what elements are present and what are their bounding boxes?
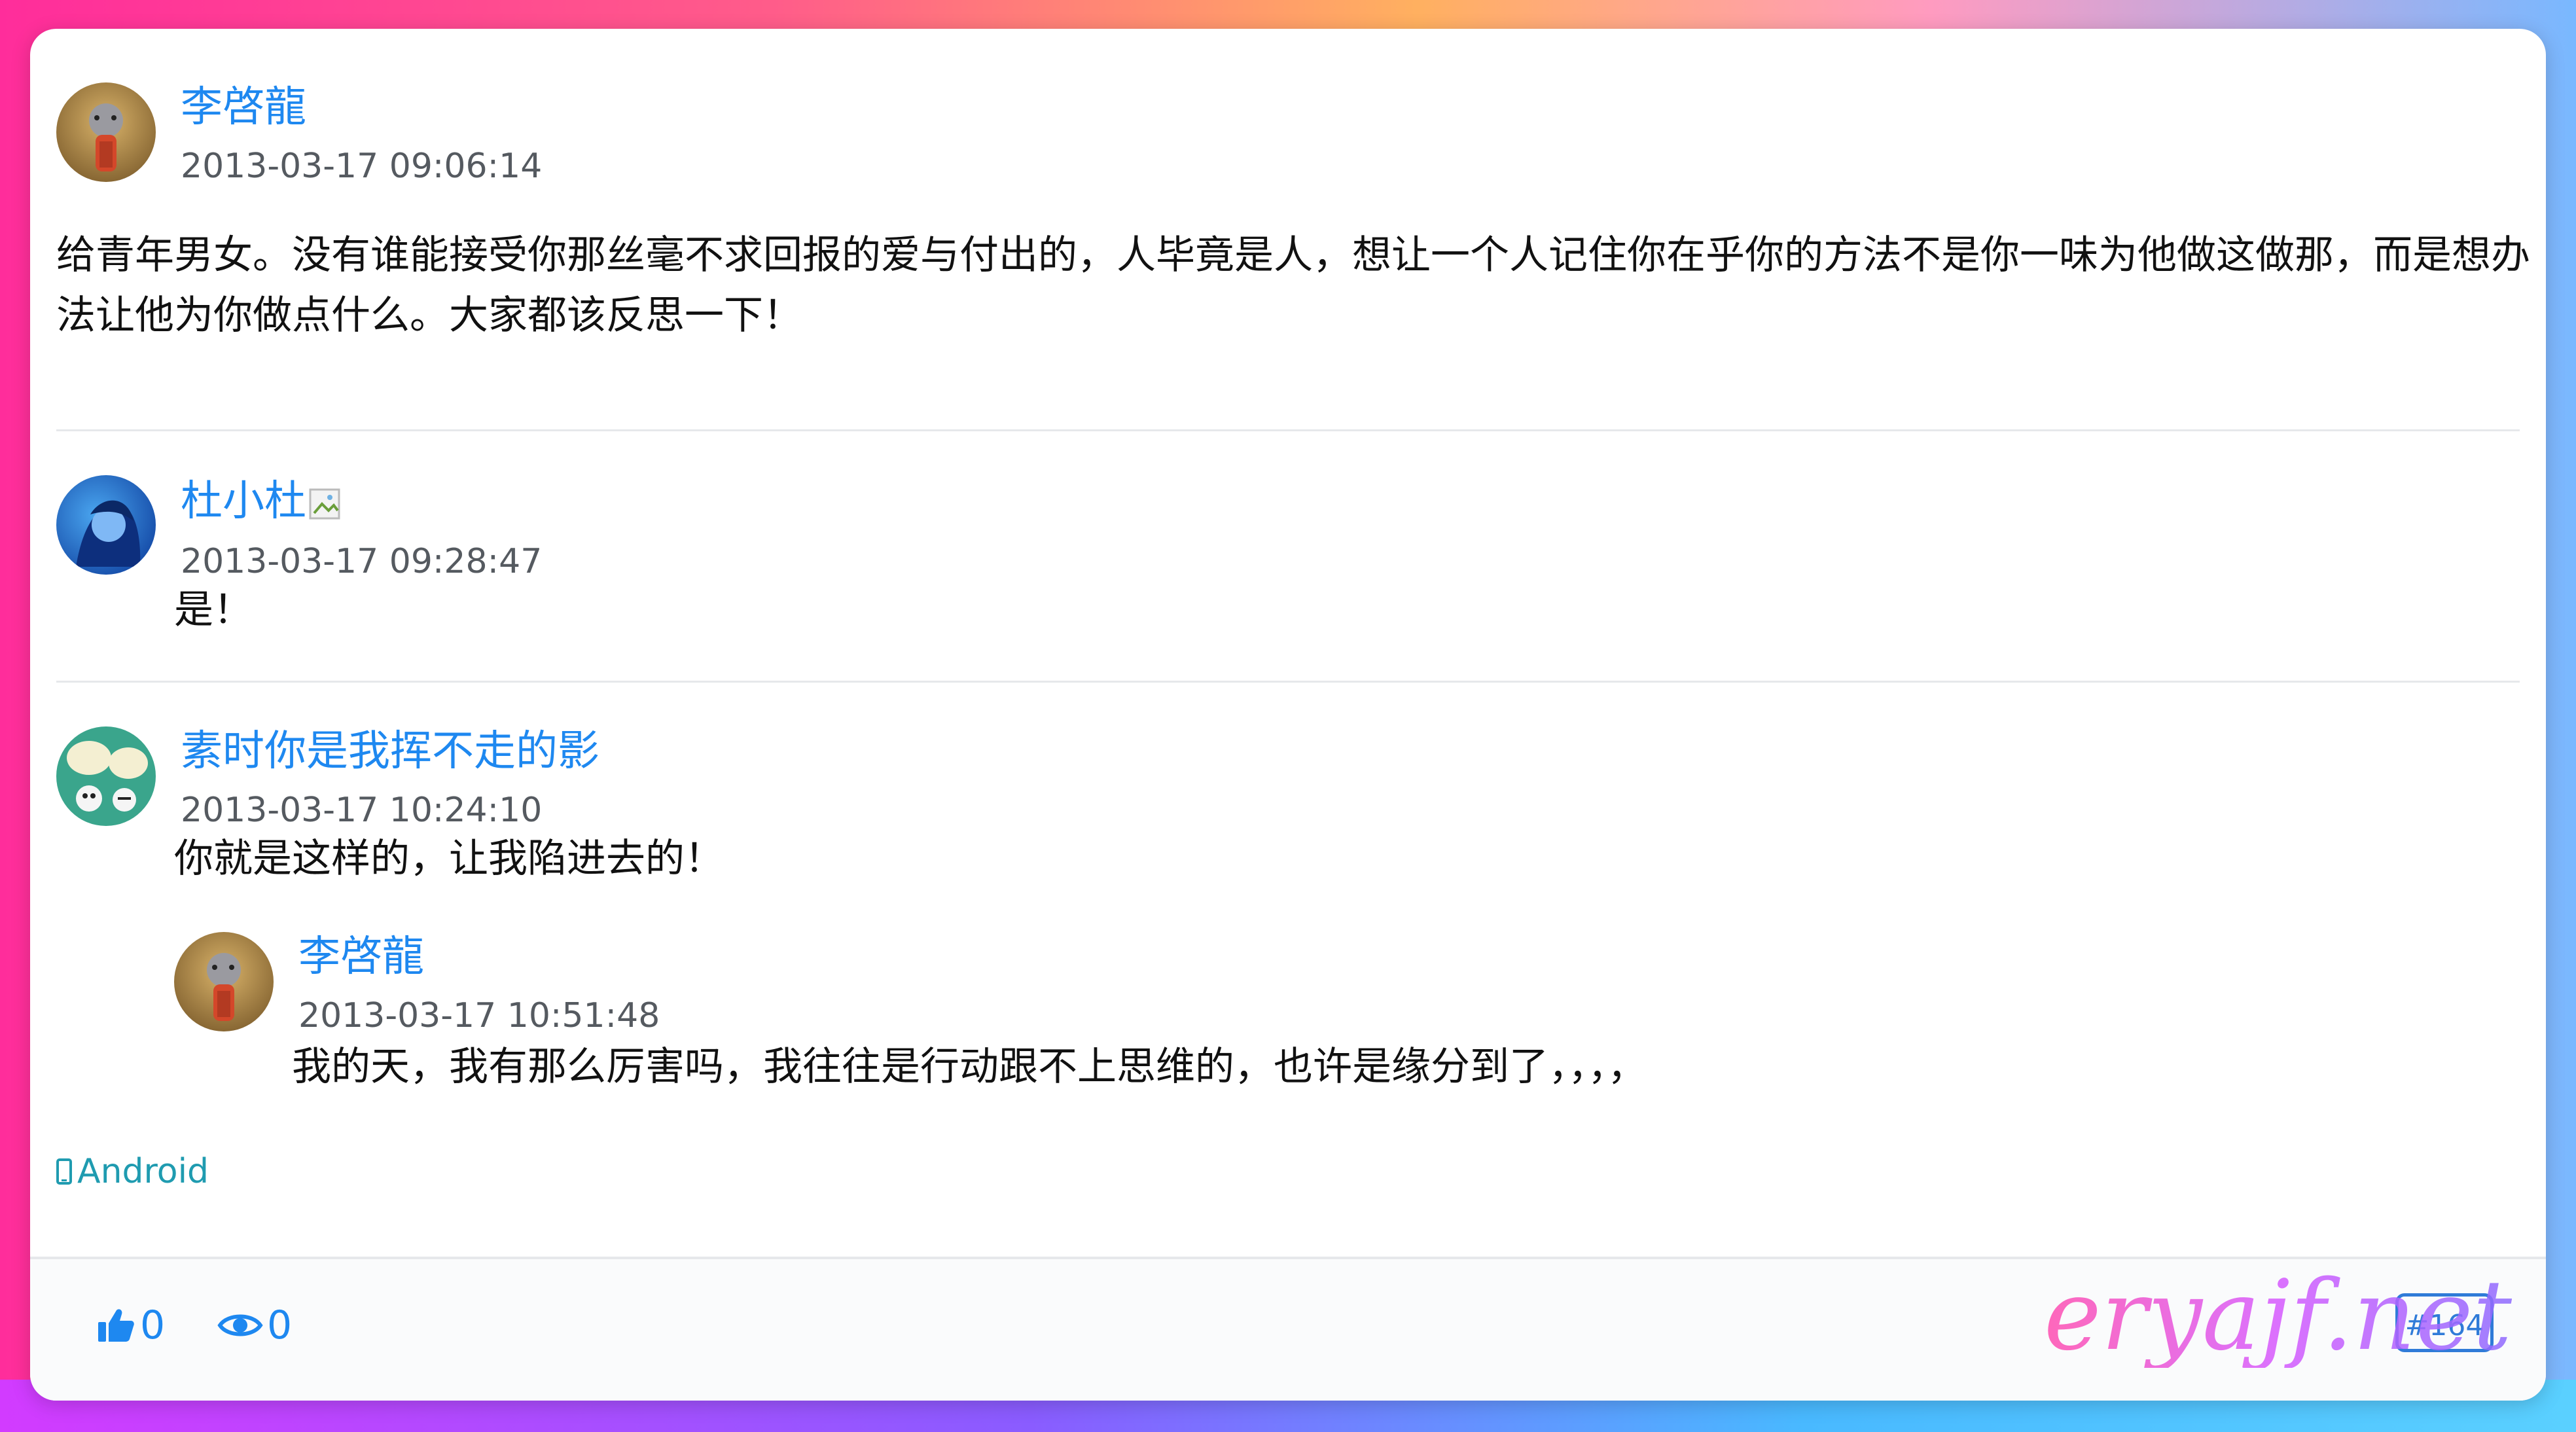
reply-avatar[interactable] — [174, 932, 274, 1031]
author-name[interactable]: 杜小杜 — [181, 475, 348, 528]
divider — [56, 429, 2520, 431]
watermark-text: eryajf.net — [2044, 1259, 2512, 1372]
cartoon-avatar-icon — [56, 726, 156, 826]
device-label: Android — [77, 1152, 209, 1191]
eye-icon — [217, 1314, 263, 1336]
dog-avatar-icon — [56, 82, 156, 182]
user-avatar[interactable] — [56, 475, 156, 575]
user-avatar[interactable] — [56, 82, 156, 182]
post-time: 2013-03-17 09:28:47 — [181, 542, 543, 581]
author-name-text[interactable]: 杜小杜 — [181, 477, 306, 526]
user-avatar[interactable] — [56, 726, 156, 826]
device-source: Android — [56, 1151, 209, 1192]
thumbs-up-icon — [98, 1309, 134, 1342]
post-text: 是！ — [174, 587, 253, 633]
anime-avatar-icon — [56, 475, 156, 575]
post-time: 2013-03-17 10:24:10 — [181, 791, 543, 830]
author-name[interactable]: 李啓龍 — [181, 81, 306, 134]
reply-time: 2013-03-17 10:51:48 — [298, 996, 660, 1035]
like-count: 0 — [140, 1302, 166, 1348]
post-text: 你就是这样的，让我陷进去的！ — [174, 836, 724, 882]
reply-text: 我的天，我有那么厉害吗，我往往是行动跟不上思维的，也许是缘分到了，，，， — [292, 1044, 1647, 1090]
post-text: 给青年男女。没有谁能接受你那丝毫不求回报的爱与付出的，人毕竟是人，想让一个人记住… — [56, 232, 2530, 338]
like-button[interactable]: 0 — [96, 1296, 165, 1355]
author-name[interactable]: 素时你是我挥不走的影 — [181, 725, 599, 778]
view-count-button[interactable]: 0 — [217, 1296, 292, 1355]
phone-icon — [56, 1158, 72, 1185]
comment-card: 李啓龍 2013-03-17 09:06:14 给青年男女。没有谁能接受你那丝毫… — [30, 29, 2546, 1401]
post-time: 2013-03-17 09:06:14 — [181, 147, 543, 186]
view-count: 0 — [267, 1302, 293, 1348]
divider — [56, 681, 2520, 683]
broken-image-icon — [309, 484, 348, 523]
dog-avatar-icon — [174, 932, 274, 1031]
reply-author-name[interactable]: 李啓龍 — [298, 931, 424, 983]
